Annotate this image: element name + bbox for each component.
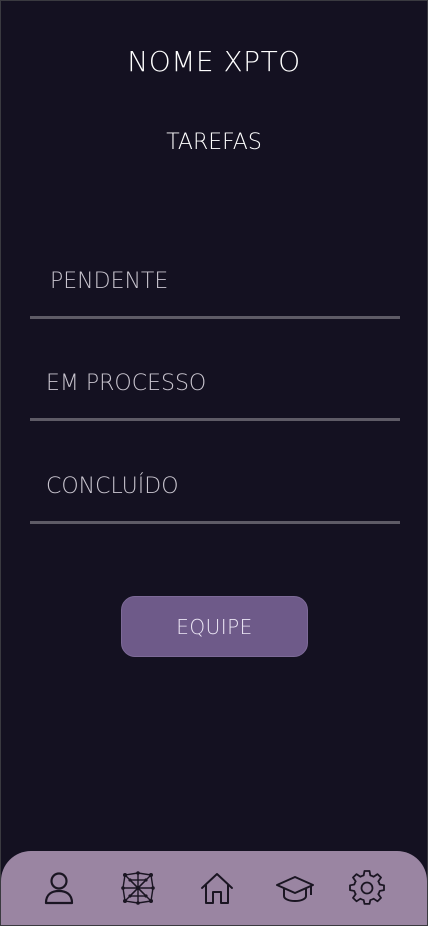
task-category-label: PENDENTE [50, 269, 169, 294]
gear-icon [349, 870, 385, 905]
page-title: NOME XPTO [127, 45, 301, 78]
bottom-nav [1, 851, 427, 925]
section-title: TAREFAS [166, 130, 262, 155]
network-icon [121, 871, 155, 905]
task-category-label: CONCLUÍDO [46, 474, 179, 499]
nav-item-settings[interactable] [347, 868, 387, 908]
nav-item-profile[interactable] [39, 868, 79, 908]
task-category-completed[interactable]: CONCLUÍDO [30, 459, 400, 524]
home-icon [201, 873, 233, 904]
task-category-label: EM PROCESSO [46, 371, 207, 396]
task-category-pending[interactable]: PENDENTE [30, 254, 400, 319]
user-icon [44, 872, 74, 905]
nav-item-home[interactable] [197, 868, 237, 908]
graduation-cap-icon [276, 876, 314, 903]
team-button[interactable]: EQUIPE [121, 596, 308, 657]
app-screen: NOME XPTO TAREFAS PENDENTE EM PROCESSO C… [0, 0, 428, 926]
task-category-in-progress[interactable]: EM PROCESSO [30, 356, 400, 421]
nav-item-education[interactable] [275, 868, 315, 908]
nav-item-network[interactable] [118, 868, 158, 908]
